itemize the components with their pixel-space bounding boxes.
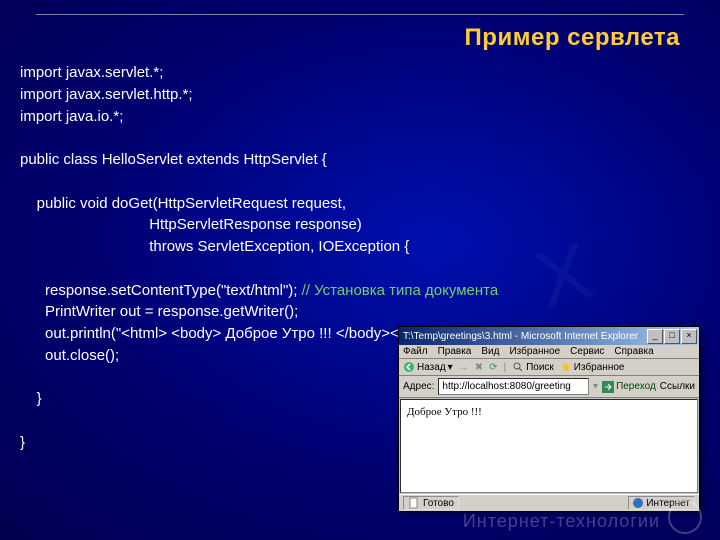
- browser-menu: Файл Правка Вид Избранное Сервис Справка: [399, 345, 699, 359]
- menu-item-tools[interactable]: Сервис: [570, 346, 604, 357]
- code-line: public class HelloServlet extends HttpSe…: [20, 151, 327, 168]
- code-line: HttpServletResponse response): [20, 216, 362, 233]
- star-icon: [560, 361, 572, 373]
- menu-item-favorites[interactable]: Избранное: [509, 346, 560, 357]
- address-label: Адрес:: [403, 381, 434, 392]
- go-button[interactable]: Переход: [602, 381, 656, 393]
- browser-title: T:\Temp\greetings\3.html - Microsoft Int…: [403, 331, 638, 342]
- code-line: PrintWriter out = response.getWriter();: [20, 303, 298, 320]
- footer-logo-icon: [668, 500, 702, 534]
- address-bar: Адрес: http://localhost:8080/greeting ▾ …: [399, 376, 699, 398]
- arrow-left-icon: [403, 361, 415, 373]
- code-line: }: [20, 434, 25, 451]
- menu-item-help[interactable]: Справка: [614, 346, 653, 357]
- url-input[interactable]: http://localhost:8080/greeting: [438, 378, 589, 395]
- footer-text: Интернет-технологии: [463, 511, 660, 532]
- search-button[interactable]: Поиск: [512, 361, 554, 373]
- slide-title: Пример сервлета: [465, 24, 680, 52]
- back-button[interactable]: Назад ▾: [403, 361, 453, 373]
- search-label: Поиск: [526, 362, 554, 373]
- menu-item-view[interactable]: Вид: [481, 346, 499, 357]
- code-line: response.setContentType("text/html");: [20, 282, 302, 299]
- back-label: Назад: [417, 362, 446, 373]
- code-line: import javax.servlet.http.*;: [20, 86, 193, 103]
- code-line: import javax.servlet.*;: [20, 64, 163, 81]
- browser-titlebar[interactable]: T:\Temp\greetings\3.html - Microsoft Int…: [399, 327, 699, 345]
- code-line: out.close();: [20, 347, 119, 364]
- favorites-label: Избранное: [574, 362, 625, 373]
- page-text: Доброе Утро !!!: [407, 406, 482, 418]
- browser-toolbar: Назад ▾ → ✖ ⟳ | Поиск Избранное: [399, 359, 699, 376]
- code-line: public void doGet(HttpServletRequest req…: [20, 195, 346, 212]
- go-label: Переход: [616, 381, 656, 392]
- links-label[interactable]: Ссылки: [660, 381, 695, 392]
- code-line: throws ServletException, IOException {: [20, 238, 409, 255]
- status-left: Готово: [403, 496, 459, 510]
- status-bar: Готово Интернет: [399, 494, 699, 511]
- document-icon: [408, 497, 420, 509]
- maximize-button[interactable]: □: [664, 329, 680, 344]
- code-line: import java.io.*;: [20, 108, 123, 125]
- browser-window: T:\Temp\greetings\3.html - Microsoft Int…: [398, 326, 700, 510]
- minimize-button[interactable]: _: [647, 329, 663, 344]
- menu-item-edit[interactable]: Правка: [438, 346, 472, 357]
- search-icon: [512, 361, 524, 373]
- code-comment: // Установка типа документа: [302, 282, 499, 299]
- close-button[interactable]: ×: [681, 329, 697, 344]
- globe-icon: [633, 498, 643, 508]
- top-divider: [36, 14, 684, 15]
- page-content: Доброе Утро !!!: [400, 399, 698, 493]
- go-icon: [602, 381, 614, 393]
- code-line: out.println("<html> <body> Доброе Утро !…: [20, 325, 459, 342]
- code-line: }: [20, 390, 42, 407]
- menu-item-file[interactable]: Файл: [403, 346, 428, 357]
- status-left-text: Готово: [423, 498, 454, 509]
- favorites-button[interactable]: Избранное: [560, 361, 625, 373]
